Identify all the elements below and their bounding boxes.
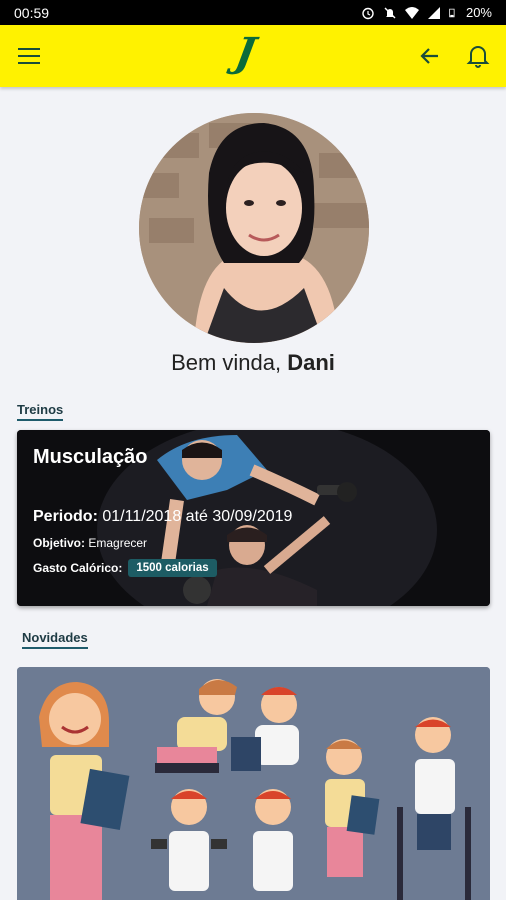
battery-level: 20% xyxy=(465,5,492,20)
treino-gasto: Gasto Calórico: 1500 calorias xyxy=(33,559,217,577)
greeting-text: Bem vinda, xyxy=(171,350,288,375)
bell-icon[interactable] xyxy=(466,43,490,69)
signal-icon xyxy=(427,6,440,19)
treino-periodo: Periodo: 01/11/2018 até 30/09/2019 xyxy=(33,508,292,526)
menu-icon[interactable] xyxy=(18,48,40,64)
objetivo-value: Emagrecer xyxy=(85,536,148,550)
welcome-message: Bem vinda, Dani xyxy=(0,350,506,376)
periodo-value: 01/11/2018 até 30/09/2019 xyxy=(97,508,293,525)
treino-title: Musculação xyxy=(33,446,148,468)
wifi-icon xyxy=(404,6,419,19)
notifications-off-icon xyxy=(384,7,396,18)
news-illustration xyxy=(17,667,490,900)
periodo-label: Periodo: xyxy=(33,508,98,525)
section-title-treinos: Treinos xyxy=(17,402,64,421)
gasto-label: Gasto Calórico: xyxy=(33,561,123,575)
status-time: 00:59 xyxy=(14,4,50,21)
profile-avatar[interactable] xyxy=(139,113,369,343)
section-title-novidades: Novidades xyxy=(22,630,88,649)
app-bar: J xyxy=(0,25,506,87)
back-arrow-icon[interactable] xyxy=(418,44,442,68)
status-bar: 00:59 20% xyxy=(0,0,506,25)
treino-objetivo: Objetivo: Emagrecer xyxy=(33,536,147,550)
calorias-badge: 1500 calorias xyxy=(128,559,217,577)
app-logo: J xyxy=(231,29,260,76)
objetivo-label: Objetivo: xyxy=(33,536,86,550)
alarm-icon xyxy=(362,7,374,19)
user-name: Dani xyxy=(287,350,335,375)
treino-card[interactable]: Musculação Periodo: 01/11/2018 até 30/09… xyxy=(17,430,490,606)
status-icons: 20% xyxy=(361,5,492,20)
news-card[interactable] xyxy=(17,667,490,900)
battery-icon xyxy=(449,8,455,17)
